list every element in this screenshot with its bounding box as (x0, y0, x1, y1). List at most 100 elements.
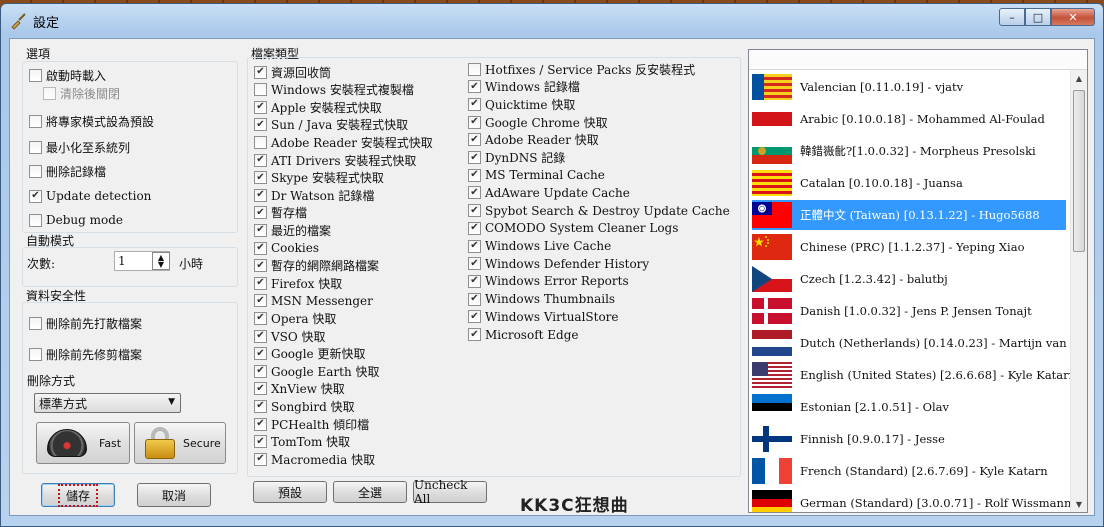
maximize-button[interactable]: □ (1025, 8, 1051, 26)
checkbox-checked[interactable] (254, 65, 267, 79)
option-checkbox-6[interactable]: Debug mode (29, 212, 123, 228)
checkbox-checked[interactable] (254, 452, 267, 466)
checkbox-checked[interactable] (254, 100, 267, 114)
filetype-checkbox-b7[interactable]: AdAware Update Cache (468, 185, 630, 201)
filetype-checkbox-4[interactable]: Adobe Reader 安裝程式快取 (254, 134, 433, 150)
language-item[interactable]: Finnish [0.9.0.17] - Jesse (752, 424, 1066, 454)
filetype-checkbox-17[interactable]: Google Earth 快取 (254, 363, 380, 379)
language-item[interactable]: Dutch (Netherlands) [0.14.0.23] - Martij… (752, 328, 1087, 358)
close-button[interactable]: ✕ (1051, 8, 1095, 26)
filetype-checkbox-11[interactable]: 暫存的網際網路檔案 (254, 258, 379, 274)
option-checkbox-0[interactable]: 啟動時載入 (29, 67, 106, 83)
checkbox-unchecked[interactable] (29, 213, 42, 227)
filetype-checkbox-b0[interactable]: Hotfixes / Service Packs 反安裝程式 (468, 61, 695, 77)
security-checkbox-0[interactable]: 刪除前先打散檔案 (29, 315, 142, 331)
checkbox-unchecked[interactable] (29, 164, 42, 178)
checkbox-checked[interactable] (254, 223, 267, 237)
filetype-checkbox-3[interactable]: Sun / Java 安裝程式快取 (254, 117, 408, 133)
filetype-checkbox-b3[interactable]: Google Chrome 快取 (468, 114, 608, 130)
hours-spin-button[interactable]: ▲ ▼ (152, 252, 170, 270)
filetype-checkbox-22[interactable]: Macromedia 快取 (254, 451, 375, 467)
checkbox-unchecked[interactable] (254, 135, 267, 149)
save-button[interactable]: 儲存 (41, 483, 115, 507)
filetype-checkbox-b13[interactable]: Windows Thumbnails (468, 291, 615, 307)
uncheck-all-button[interactable]: Uncheck All (413, 478, 487, 506)
language-item[interactable]: Catalan [0.10.0.18] - Juansa (752, 168, 1066, 198)
checkbox-unchecked[interactable] (254, 83, 267, 97)
filetype-checkbox-19[interactable]: Songbird 快取 (254, 398, 355, 414)
checkbox-checked[interactable] (254, 206, 267, 220)
language-item[interactable]: Danish [1.0.0.32] - Jens P. Jensen Tonaj… (752, 296, 1066, 326)
checkbox-checked[interactable] (468, 168, 481, 182)
language-item[interactable]: Czech [1.2.3.42] - balutbj (752, 264, 1066, 294)
checkbox-checked[interactable] (254, 382, 267, 396)
checkbox-checked[interactable] (254, 153, 267, 167)
language-item[interactable]: English (United States) [2.6.6.68] - Kyl… (752, 360, 1076, 390)
checkbox-checked[interactable] (254, 259, 267, 273)
scroll-up-icon[interactable]: ▲ (1071, 70, 1087, 86)
checkbox-checked[interactable] (254, 276, 267, 290)
language-item[interactable]: Valencian [0.11.0.19] - vjatv (752, 72, 1066, 102)
checkbox-checked[interactable] (254, 171, 267, 185)
language-list[interactable]: Valencian [0.11.0.19] - vjatv Arabic [0.1… (748, 49, 1088, 513)
filetype-checkbox-8[interactable]: 暫存檔 (254, 205, 307, 221)
checkbox-checked[interactable] (254, 347, 267, 361)
checkbox-checked[interactable] (468, 133, 481, 147)
cancel-button[interactable]: 取消 (137, 483, 211, 507)
checkbox-unchecked[interactable] (468, 62, 481, 76)
checkbox-unchecked[interactable] (29, 68, 42, 82)
select-all-button[interactable]: 全選 (333, 481, 407, 503)
scroll-down-icon[interactable]: ▼ (1071, 496, 1087, 512)
checkbox-checked[interactable] (468, 274, 481, 288)
checkbox-checked[interactable] (468, 257, 481, 271)
checkbox-unchecked[interactable] (29, 316, 42, 330)
checkbox-checked[interactable] (254, 435, 267, 449)
filetype-checkbox-2[interactable]: Apple 安裝程式快取 (254, 99, 382, 115)
filetype-checkbox-13[interactable]: MSN Messenger (254, 293, 373, 309)
checkbox-checked[interactable] (468, 221, 481, 235)
language-item[interactable]: French (Standard) [2.6.7.69] - Kyle Kata… (752, 456, 1066, 486)
security-checkbox-1[interactable]: 刪除前先修剪檔案 (29, 346, 142, 362)
filetype-checkbox-9[interactable]: 最近的檔案 (254, 222, 331, 238)
checkbox-checked[interactable] (468, 292, 481, 306)
secure-button[interactable]: Secure (134, 422, 226, 464)
checkbox-checked[interactable] (29, 189, 42, 203)
filetype-checkbox-b1[interactable]: Windows 記錄檔 (468, 79, 580, 95)
option-checkbox-3[interactable]: 最小化至系統列 (29, 139, 130, 155)
filetype-checkbox-1[interactable]: Windows 安裝程式複製檔 (254, 82, 414, 98)
filetype-checkbox-0[interactable]: 資源回收筒 (254, 64, 331, 80)
scroll-thumb[interactable] (1073, 90, 1085, 252)
checkbox-checked[interactable] (468, 97, 481, 111)
filetype-checkbox-12[interactable]: Firefox 快取 (254, 275, 342, 291)
language-item[interactable]: Arabic [0.10.0.18] - Mohammed Al-Foulad (752, 104, 1066, 134)
checkbox-checked[interactable] (254, 311, 267, 325)
language-list-scrollbar[interactable]: ▲ ▼ (1070, 70, 1087, 512)
filetype-checkbox-7[interactable]: Dr Watson 記錄檔 (254, 187, 374, 203)
checkbox-checked[interactable] (468, 186, 481, 200)
language-item[interactable]: Estonian [2.1.0.51] - Olav (752, 392, 1066, 422)
checkbox-checked[interactable] (254, 118, 267, 132)
checkbox-checked[interactable] (468, 204, 481, 218)
checkbox-checked[interactable] (254, 417, 267, 431)
filetype-checkbox-b5[interactable]: DynDNS 記錄 (468, 150, 565, 166)
minimize-button[interactable]: – (999, 8, 1025, 26)
filetype-checkbox-20[interactable]: PCHealth 傾印檔 (254, 416, 369, 432)
checkbox-checked[interactable] (468, 310, 481, 324)
option-checkbox-4[interactable]: 刪除記錄檔 (29, 163, 106, 179)
default-button[interactable]: 預設 (253, 481, 327, 503)
filetype-checkbox-b10[interactable]: Windows Live Cache (468, 238, 611, 254)
option-checkbox-5[interactable]: Update detection (29, 188, 151, 204)
fast-button[interactable]: Fast (36, 422, 130, 464)
filetype-checkbox-b4[interactable]: Adobe Reader 快取 (468, 132, 599, 148)
filetype-checkbox-b11[interactable]: Windows Defender History (468, 256, 649, 272)
delete-method-select[interactable]: 標準方式 ▼ (34, 393, 181, 413)
title-bar[interactable]: 設定 – □ ✕ (1, 4, 1103, 38)
filetype-checkbox-b9[interactable]: COMODO System Cleaner Logs (468, 220, 678, 236)
filetype-checkbox-14[interactable]: Opera 快取 (254, 310, 336, 326)
language-item[interactable]: Chinese (PRC) [1.1.2.37] - Yeping Xiao (752, 232, 1066, 262)
checkbox-checked[interactable] (468, 80, 481, 94)
checkbox-checked[interactable] (468, 115, 481, 129)
filetype-checkbox-10[interactable]: Cookies (254, 240, 319, 256)
checkbox-unchecked[interactable] (29, 140, 42, 154)
checkbox-checked[interactable] (254, 364, 267, 378)
